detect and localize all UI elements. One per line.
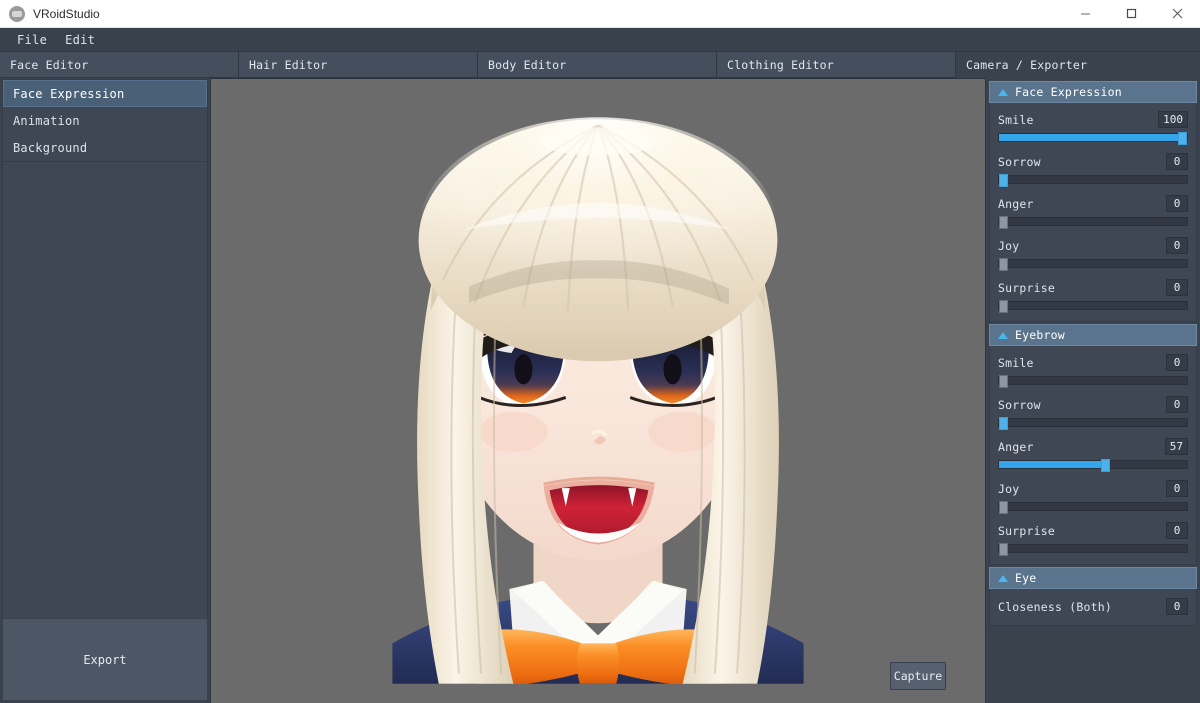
window-controls xyxy=(1062,0,1200,28)
slider-row-face-smile: Smile 100 xyxy=(998,111,1188,142)
slider-thumb xyxy=(1101,459,1110,472)
slider-row-eyebrow-surprise: Surprise 0 xyxy=(998,522,1188,553)
slider-track[interactable] xyxy=(998,301,1188,310)
slider-track[interactable] xyxy=(998,502,1188,511)
slider-value[interactable]: 0 xyxy=(1166,522,1188,539)
close-button[interactable] xyxy=(1154,0,1200,28)
slider-thumb xyxy=(999,417,1008,430)
slider-label: Surprise xyxy=(998,281,1055,295)
slider-thumb xyxy=(999,501,1008,514)
slider-label: Smile xyxy=(998,113,1034,127)
slider-value[interactable]: 0 xyxy=(1166,237,1188,254)
slider-row-eyebrow-anger: Anger 57 xyxy=(998,438,1188,469)
slider-value[interactable]: 0 xyxy=(1166,279,1188,296)
section-title: Eyebrow xyxy=(1015,328,1065,342)
slider-thumb xyxy=(1178,132,1187,145)
character-model xyxy=(211,79,985,684)
sidebar-list: Face Expression Animation Background xyxy=(2,79,208,162)
slider-track[interactable] xyxy=(998,175,1188,184)
menu-bar: File Edit xyxy=(0,28,1200,52)
slider-value[interactable]: 100 xyxy=(1158,111,1188,128)
menu-file[interactable]: File xyxy=(8,31,56,49)
slider-track[interactable] xyxy=(998,418,1188,427)
slider-value[interactable]: 0 xyxy=(1166,354,1188,371)
tab-clothing-editor[interactable]: Clothing Editor xyxy=(717,52,956,78)
slider-row-face-surprise: Surprise 0 xyxy=(998,279,1188,310)
slider-track[interactable] xyxy=(998,376,1188,385)
slider-track[interactable] xyxy=(998,544,1188,553)
slider-value[interactable]: 0 xyxy=(1166,153,1188,170)
section-header-eye[interactable]: Eye xyxy=(989,567,1197,589)
slider-thumb xyxy=(999,300,1008,313)
slider-row-eyebrow-joy: Joy 0 xyxy=(998,480,1188,511)
collapse-triangle-icon xyxy=(998,575,1008,582)
slider-label: Closeness (Both) xyxy=(998,600,1112,614)
section-body-eyebrow: Smile 0 Sorrow 0 xyxy=(989,346,1197,565)
slider-label: Joy xyxy=(998,239,1019,253)
slider-label: Sorrow xyxy=(998,398,1041,412)
slider-value[interactable]: 0 xyxy=(1166,195,1188,212)
slider-value[interactable]: 0 xyxy=(1166,396,1188,413)
slider-value[interactable]: 0 xyxy=(1166,598,1188,615)
slider-row-eyebrow-sorrow: Sorrow 0 xyxy=(998,396,1188,427)
properties-panel: Face Expression Smile 100 Sorrow xyxy=(985,78,1200,703)
export-button[interactable]: Export xyxy=(2,618,208,701)
slider-thumb xyxy=(999,174,1008,187)
slider-thumb xyxy=(999,216,1008,229)
slider-value[interactable]: 0 xyxy=(1166,480,1188,497)
slider-label: Surprise xyxy=(998,524,1055,538)
editor-tab-bar: Face Editor Hair Editor Body Editor Clot… xyxy=(0,52,1200,78)
app-logo-icon xyxy=(9,6,25,22)
slider-value[interactable]: 57 xyxy=(1165,438,1188,455)
slider-thumb xyxy=(999,375,1008,388)
tab-body-editor[interactable]: Body Editor xyxy=(478,52,717,78)
sidebar-item-animation[interactable]: Animation xyxy=(3,107,207,134)
section-title: Face Expression xyxy=(1015,85,1122,99)
minimize-button[interactable] xyxy=(1062,0,1108,28)
capture-button[interactable]: Capture xyxy=(890,662,946,690)
section-body-eye: Closeness (Both) 0 xyxy=(989,589,1197,626)
slider-row-face-joy: Joy 0 xyxy=(998,237,1188,268)
slider-label: Sorrow xyxy=(998,155,1041,169)
sidebar-item-background[interactable]: Background xyxy=(3,134,207,161)
slider-label: Anger xyxy=(998,197,1034,211)
vroid-studio-window: VRoidStudio File Edit Face Editor Hair E… xyxy=(0,0,1200,703)
slider-label: Smile xyxy=(998,356,1034,370)
main-body: Face Expression Animation Background Exp… xyxy=(0,78,1200,703)
slider-thumb xyxy=(999,258,1008,271)
slider-track[interactable] xyxy=(998,259,1188,268)
section-header-eyebrow[interactable]: Eyebrow xyxy=(989,324,1197,346)
section-header-face-expression[interactable]: Face Expression xyxy=(989,81,1197,103)
tab-face-editor[interactable]: Face Editor xyxy=(0,52,239,78)
section-body-face-expression: Smile 100 Sorrow 0 xyxy=(989,103,1197,322)
slider-label: Joy xyxy=(998,482,1019,496)
slider-track[interactable] xyxy=(998,133,1188,142)
maximize-button[interactable] xyxy=(1108,0,1154,28)
slider-thumb xyxy=(999,543,1008,556)
tab-hair-editor[interactable]: Hair Editor xyxy=(239,52,478,78)
section-title: Eye xyxy=(1015,571,1036,585)
left-sidebar: Face Expression Animation Background Exp… xyxy=(0,78,211,703)
slider-row-face-anger: Anger 0 xyxy=(998,195,1188,226)
sidebar-empty-area xyxy=(2,162,208,618)
title-bar: VRoidStudio xyxy=(0,0,1200,28)
collapse-triangle-icon xyxy=(998,332,1008,339)
window-title: VRoidStudio xyxy=(33,7,1062,21)
slider-label: Anger xyxy=(998,440,1034,454)
collapse-triangle-icon xyxy=(998,89,1008,96)
slider-row-eye-closeness-both: Closeness (Both) 0 xyxy=(998,598,1188,615)
slider-track[interactable] xyxy=(998,460,1188,469)
model-viewport[interactable]: Capture xyxy=(211,78,985,703)
sidebar-item-face-expression[interactable]: Face Expression xyxy=(3,80,207,107)
slider-fill xyxy=(999,461,1106,468)
slider-track[interactable] xyxy=(998,217,1188,226)
menu-edit[interactable]: Edit xyxy=(56,31,104,49)
slider-fill xyxy=(999,134,1187,141)
tab-camera-exporter[interactable]: Camera / Exporter xyxy=(956,52,1200,78)
slider-row-face-sorrow: Sorrow 0 xyxy=(998,153,1188,184)
slider-row-eyebrow-smile: Smile 0 xyxy=(998,354,1188,385)
